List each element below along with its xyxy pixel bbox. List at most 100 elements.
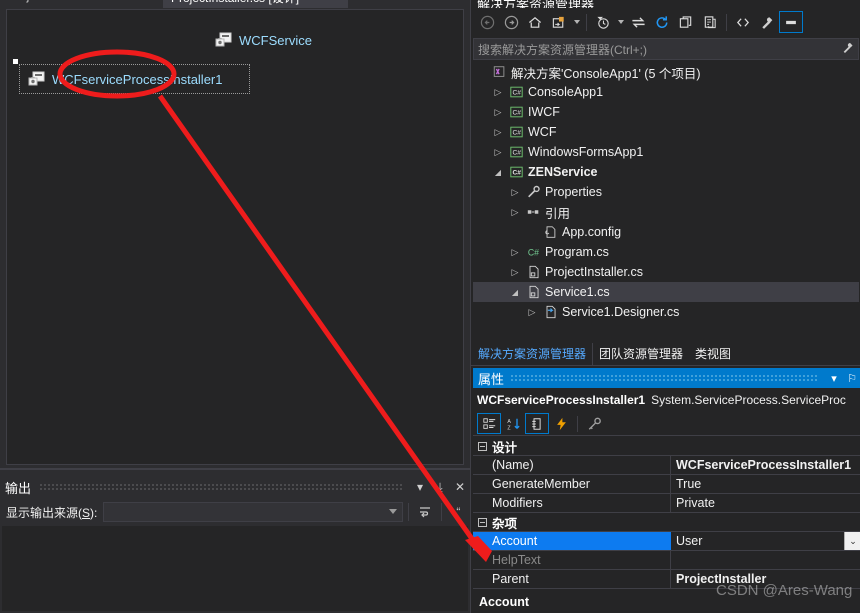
alphabetical-sort-icon[interactable]: A Z <box>501 413 525 434</box>
wrap-text-icon[interactable] <box>414 502 436 522</box>
properties-page-icon[interactable] <box>525 413 549 434</box>
properties-object-selector[interactable]: WCFserviceProcessInstaller1 System.Servi… <box>473 390 860 410</box>
property-category-row[interactable]: 杂项 <box>473 513 860 532</box>
property-row[interactable]: (Name) WCFserviceProcessInstaller1 <box>473 456 860 475</box>
collapse-all-icon[interactable] <box>674 11 698 33</box>
property-pages-key-icon[interactable] <box>582 413 606 434</box>
view-designer-icon[interactable] <box>779 11 803 33</box>
tree-item[interactable]: ◢ C# ZENService <box>473 162 859 182</box>
tab-class-view[interactable]: 类视图 <box>689 343 737 365</box>
tree-item[interactable]: ◢ Service1.cs <box>473 282 859 302</box>
tab-projectinstaller-cs[interactable]: ProjectInstaller.cs <box>0 0 158 8</box>
tab-team-explorer[interactable]: 团队资源管理器 <box>593 343 689 365</box>
chevron-right-icon[interactable]: ▷ <box>524 307 540 318</box>
pending-changes-icon[interactable] <box>591 11 615 33</box>
view-code-icon[interactable] <box>755 11 779 33</box>
tree-item[interactable]: ▷ C# WindowsFormsApp1 <box>473 142 859 162</box>
chevron-down-icon[interactable]: ◢ <box>490 168 506 177</box>
property-name[interactable]: Account <box>473 532 671 550</box>
collapse-category-icon[interactable] <box>478 517 487 527</box>
pending-changes-dropdown-icon[interactable] <box>615 11 626 33</box>
properties-window-icon[interactable] <box>698 11 722 33</box>
chevron-right-icon[interactable]: ▷ <box>490 107 506 118</box>
property-value[interactable] <box>671 551 860 569</box>
output-pin-icon[interactable]: ⤓ <box>430 478 450 496</box>
search-input[interactable]: 搜索解决方案资源管理器(Ctrl+;) <box>478 41 841 58</box>
property-value[interactable]: WCFserviceProcessInstaller1 <box>671 456 860 474</box>
tab-overflow-icon[interactable]: ▾ <box>330 0 350 8</box>
property-name[interactable]: (Name) <box>473 456 671 474</box>
property-name[interactable]: GenerateMember <box>473 475 671 493</box>
back-icon[interactable] <box>475 11 499 33</box>
collapse-category-icon[interactable] <box>478 441 487 451</box>
property-value[interactable]: True <box>671 475 860 493</box>
properties-dropdown-icon[interactable]: ▾ <box>825 369 843 387</box>
form-file-icon <box>523 285 543 299</box>
chevron-right-icon[interactable]: ▷ <box>507 247 523 258</box>
output-close-icon[interactable]: ✕ <box>450 478 470 496</box>
tree-item[interactable]: ▷ C# IWCF <box>473 102 859 122</box>
chevron-right-icon[interactable]: ▷ <box>507 267 523 278</box>
svg-text:C#: C# <box>527 248 538 258</box>
home-icon[interactable] <box>523 11 547 33</box>
chevron-right-icon[interactable]: ▷ <box>490 87 506 98</box>
output-drag-grip[interactable] <box>39 483 402 491</box>
tree-item-label: Service1.Designer.cs <box>562 305 680 319</box>
tree-item[interactable]: ▷ Service1.Designer.cs <box>473 302 859 322</box>
chevron-right-icon[interactable]: ▷ <box>490 147 506 158</box>
forward-icon[interactable] <box>499 11 523 33</box>
output-dropdown-icon[interactable]: ▾ <box>410 478 430 496</box>
selection-handle[interactable] <box>13 59 18 64</box>
quote-icon[interactable]: “ <box>447 502 469 522</box>
property-value[interactable]: User <box>671 532 844 550</box>
tree-item[interactable]: ▷ Properties <box>473 182 859 202</box>
properties-toolbar: A Z <box>473 412 860 436</box>
chevron-right-icon[interactable]: ▷ <box>490 127 506 138</box>
property-row[interactable]: Modifiers Private <box>473 494 860 513</box>
component-wcfservice[interactable]: WCFService <box>215 32 312 48</box>
events-icon[interactable] <box>549 413 573 434</box>
property-row[interactable]: Account User ⌄ <box>473 532 860 551</box>
search-wrench-icon[interactable] <box>841 41 854 57</box>
tab-projectinstaller-designer[interactable]: ProjectInstaller.cs [设计] <box>163 0 348 8</box>
chevron-right-icon[interactable]: ▷ <box>507 207 523 218</box>
properties-pin-icon[interactable]: ⚐ <box>843 369 860 387</box>
property-name[interactable]: Modifiers <box>473 494 671 512</box>
value-dropdown-button[interactable]: ⌄ <box>844 532 860 550</box>
new-folder-dropdown-icon[interactable] <box>571 11 582 33</box>
properties-drag-grip[interactable] <box>510 374 819 382</box>
references-icon <box>523 205 543 219</box>
chevron-down-icon[interactable]: ◢ <box>507 288 523 297</box>
solution-explorer-tree[interactable]: 解决方案'ConsoleApp1' (5 个项目) ▷ C# ConsoleApp1 ▷… <box>473 62 859 338</box>
component-design-surface[interactable]: WCFService WCFserviceProcessInstaller1 <box>6 9 464 465</box>
solution-explorer-search[interactable]: 搜索解决方案资源管理器(Ctrl+;) <box>473 38 859 60</box>
property-row[interactable]: GenerateMember True <box>473 475 860 494</box>
svg-text:Z: Z <box>507 425 511 431</box>
tree-item[interactable]: ▷ ProjectInstaller.cs <box>473 262 859 282</box>
tree-item-label: Service1.cs <box>545 285 610 299</box>
tree-item[interactable]: ▷ C# Program.cs <box>473 242 859 262</box>
output-text-area[interactable] <box>2 526 468 611</box>
new-folder-icon[interactable] <box>547 11 571 33</box>
property-name[interactable]: Parent <box>473 570 671 588</box>
tree-item[interactable]: App.config <box>473 222 859 242</box>
categorized-view-icon[interactable] <box>477 413 501 434</box>
property-value[interactable]: Private <box>671 494 860 512</box>
property-row[interactable]: HelpText <box>473 551 860 570</box>
tree-item-label: ProjectInstaller.cs <box>545 265 643 279</box>
chevron-right-icon[interactable]: ▷ <box>507 187 523 198</box>
tree-item[interactable]: ▷ C# ConsoleApp1 <box>473 82 859 102</box>
property-category-row[interactable]: 设计 <box>473 437 860 456</box>
tree-item[interactable]: ▷ 引用 <box>473 202 859 222</box>
sync-icon[interactable] <box>626 11 650 33</box>
tree-item[interactable]: ▷ C# WCF <box>473 122 859 142</box>
refresh-icon[interactable] <box>650 11 674 33</box>
properties-object-name: WCFserviceProcessInstaller1 <box>477 393 646 407</box>
tree-item[interactable]: 解决方案'ConsoleApp1' (5 个项目) <box>473 62 859 82</box>
component-icon <box>28 71 46 87</box>
property-name[interactable]: HelpText <box>473 551 671 569</box>
tab-solution-explorer[interactable]: 解决方案资源管理器 <box>471 343 594 365</box>
output-source-combobox[interactable] <box>103 502 404 522</box>
show-all-files-icon[interactable] <box>731 11 755 33</box>
component-wcfserviceprocessinstaller1[interactable]: WCFserviceProcessInstaller1 <box>19 64 250 94</box>
